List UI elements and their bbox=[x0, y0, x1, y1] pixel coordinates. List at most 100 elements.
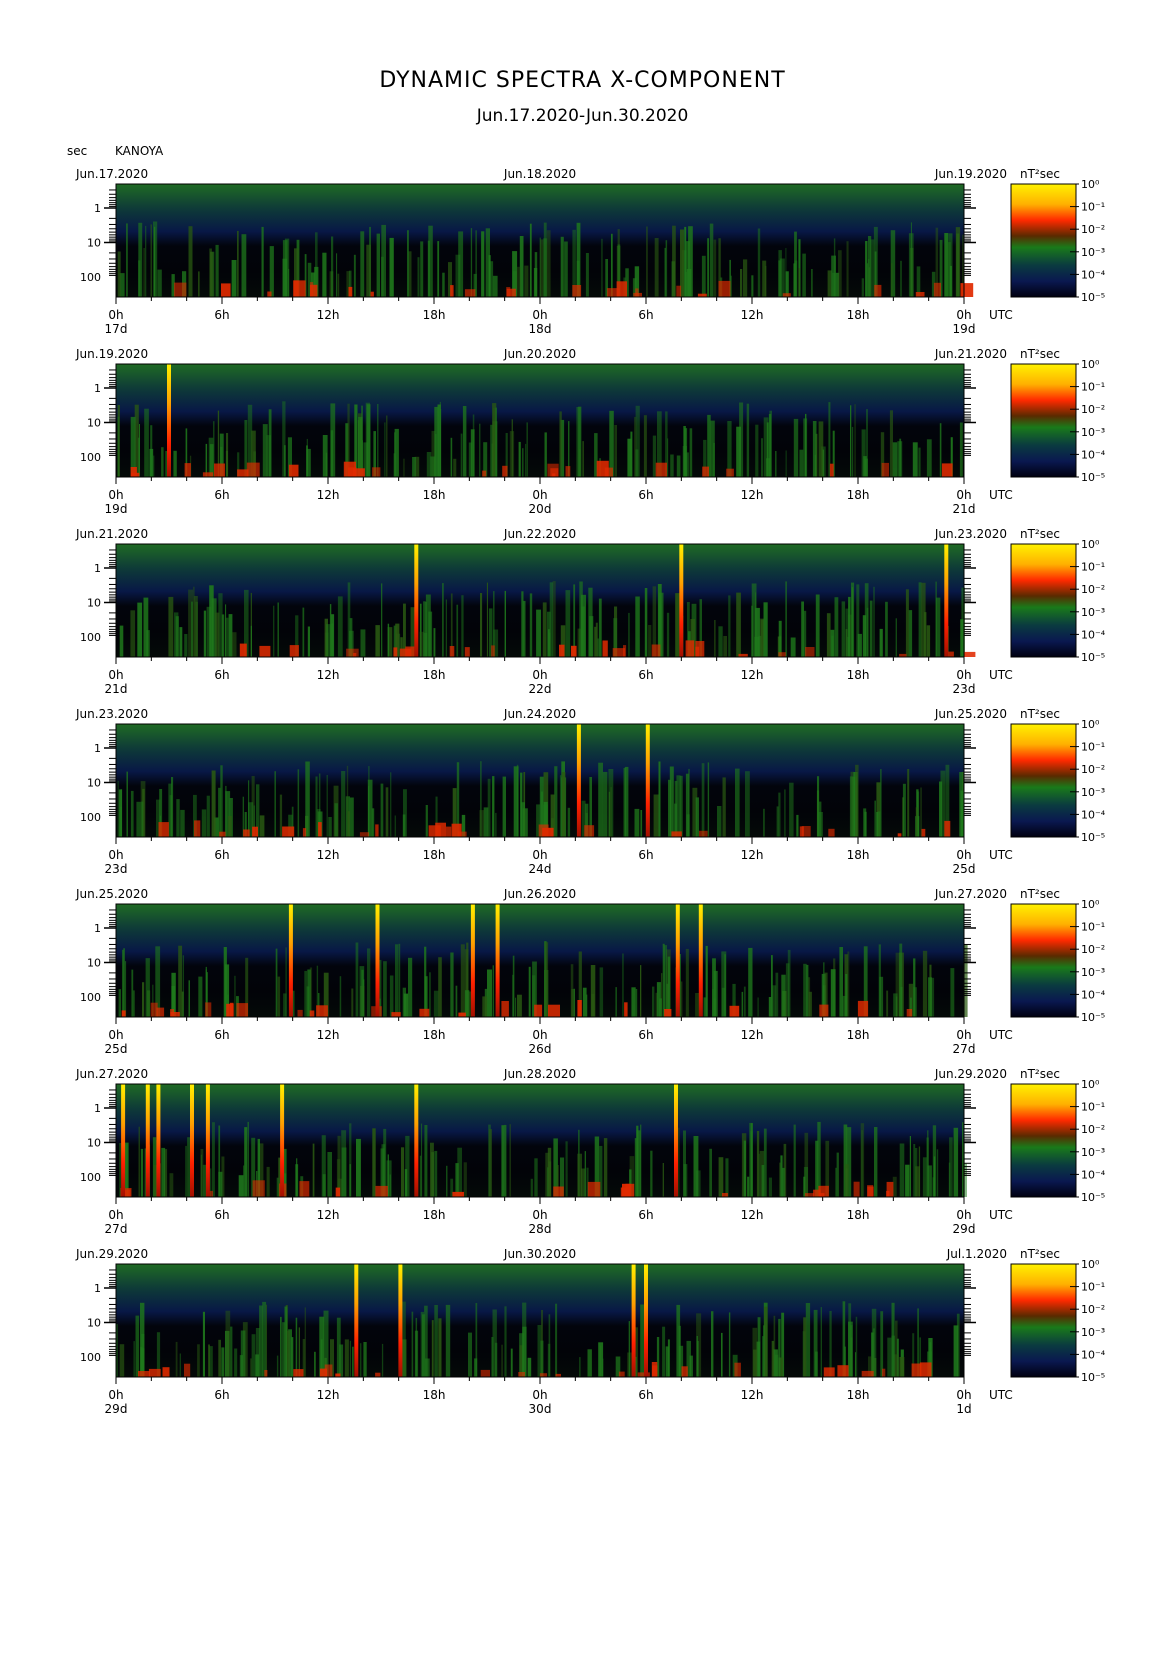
panel-date-left: Jun.29.2020 bbox=[75, 1247, 148, 1261]
activity-hotspot bbox=[722, 1193, 728, 1197]
spectral-spike bbox=[644, 1264, 648, 1377]
activity-streak bbox=[918, 1146, 921, 1197]
activity-streak bbox=[516, 764, 519, 837]
activity-hotspot bbox=[906, 1009, 913, 1017]
activity-hotspot bbox=[534, 1004, 543, 1017]
activity-streak bbox=[635, 596, 640, 657]
activity-streak bbox=[585, 994, 588, 1017]
activity-streak bbox=[398, 943, 401, 1017]
activity-streak bbox=[654, 238, 659, 297]
activity-streak bbox=[747, 1176, 750, 1197]
activity-streak bbox=[119, 1344, 125, 1377]
activity-hotspot bbox=[539, 1373, 547, 1377]
activity-streak bbox=[939, 423, 942, 477]
activity-streak bbox=[717, 806, 722, 837]
x-axis-unit-label: UTC bbox=[989, 1388, 1013, 1402]
activity-streak bbox=[417, 257, 420, 297]
activity-streak bbox=[470, 228, 473, 297]
activity-streak bbox=[796, 814, 799, 837]
activity-streak bbox=[664, 247, 666, 297]
activity-streak bbox=[341, 771, 346, 837]
activity-streak bbox=[713, 442, 715, 477]
x-tick-label: 12h bbox=[317, 1028, 340, 1042]
activity-streak bbox=[126, 771, 128, 837]
activity-streak bbox=[740, 269, 743, 297]
activity-streak bbox=[120, 789, 123, 837]
panel-date-center: Jun.20.2020 bbox=[503, 347, 576, 361]
activity-hotspot bbox=[299, 1181, 310, 1197]
panel-date-center: Jun.24.2020 bbox=[503, 707, 576, 721]
activity-streak bbox=[387, 623, 390, 657]
activity-hotspot bbox=[194, 820, 201, 837]
activity-streak bbox=[353, 254, 356, 297]
activity-hotspot bbox=[602, 640, 608, 657]
activity-hotspot bbox=[596, 460, 609, 477]
activity-streak bbox=[585, 253, 589, 297]
activity-streak bbox=[218, 1339, 221, 1377]
activity-hotspot bbox=[170, 1009, 175, 1017]
activity-streak bbox=[351, 988, 354, 1017]
colorbar-tick-label: 10⁰ bbox=[1081, 358, 1100, 371]
activity-hotspot bbox=[655, 462, 667, 477]
x-axis-ticks bbox=[115, 1017, 965, 1024]
activity-streak bbox=[243, 1165, 245, 1197]
activity-streak bbox=[202, 1311, 205, 1377]
x-tick-label: 0h bbox=[532, 308, 547, 322]
activity-streak bbox=[895, 618, 897, 657]
activity-hotspot bbox=[882, 1368, 886, 1377]
colorbar-tick-label: 10⁻⁵ bbox=[1081, 1011, 1105, 1024]
activity-hotspot bbox=[676, 285, 682, 297]
activity-streak bbox=[736, 426, 741, 477]
activity-streak bbox=[442, 583, 444, 657]
activity-streak bbox=[401, 1147, 405, 1197]
activity-streak bbox=[926, 625, 931, 657]
activity-streak bbox=[288, 268, 290, 297]
spectral-spike bbox=[145, 1084, 150, 1197]
activity-hotspot bbox=[572, 285, 582, 297]
activity-streak bbox=[487, 969, 492, 1017]
y-tick-label: 1 bbox=[94, 742, 101, 755]
activity-hotspot bbox=[372, 467, 381, 477]
activity-streak bbox=[529, 593, 533, 657]
activity-streak bbox=[803, 1167, 808, 1197]
activity-hotspot bbox=[633, 292, 642, 297]
spectrogram-background bbox=[116, 904, 964, 1017]
day-label: 25d bbox=[105, 1042, 128, 1056]
activity-streak bbox=[430, 456, 436, 477]
activity-hotspot bbox=[565, 466, 571, 477]
activity-streak bbox=[284, 1306, 288, 1377]
x-axis-unit-label: UTC bbox=[989, 308, 1013, 322]
colorbar-tick-label: 10⁻³ bbox=[1081, 1326, 1105, 1339]
activity-streak bbox=[602, 771, 608, 837]
activity-streak bbox=[757, 228, 761, 297]
activity-hotspot bbox=[237, 469, 249, 477]
activity-streak bbox=[130, 790, 134, 837]
activity-streak bbox=[385, 787, 389, 837]
activity-streak bbox=[456, 604, 459, 657]
activity-streak bbox=[735, 768, 740, 837]
activity-hotspot bbox=[335, 1373, 341, 1377]
activity-hotspot bbox=[130, 467, 137, 477]
activity-streak bbox=[811, 269, 813, 297]
activity-streak bbox=[886, 990, 889, 1017]
activity-streak bbox=[394, 815, 396, 837]
activity-hotspot bbox=[464, 647, 470, 657]
colorbar-tick-label: 10⁻⁴ bbox=[1081, 268, 1106, 281]
activity-hotspot bbox=[729, 1005, 740, 1017]
activity-streak bbox=[291, 1337, 294, 1377]
activity-streak bbox=[427, 240, 430, 297]
activity-streak bbox=[341, 1130, 347, 1197]
activity-streak bbox=[928, 977, 932, 1017]
x-tick-label: 0h bbox=[108, 488, 123, 502]
activity-hotspot bbox=[480, 1369, 490, 1377]
activity-streak bbox=[899, 1143, 905, 1197]
activity-streak bbox=[887, 1337, 892, 1377]
activity-streak bbox=[622, 953, 624, 1017]
activity-streak bbox=[150, 224, 153, 297]
activity-streak bbox=[709, 1148, 712, 1197]
activity-streak bbox=[778, 260, 781, 297]
x-tick-label: 6h bbox=[214, 488, 229, 502]
activity-streak bbox=[259, 815, 265, 837]
activity-hotspot bbox=[419, 1008, 430, 1017]
activity-hotspot bbox=[616, 281, 627, 297]
